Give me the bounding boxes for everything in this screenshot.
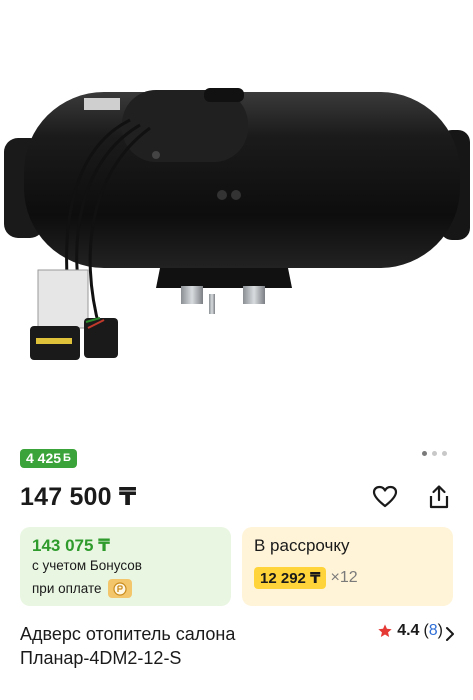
product-actions	[371, 483, 453, 511]
gallery-dot[interactable]	[422, 451, 427, 456]
rating-close-paren: )	[437, 622, 443, 639]
star-icon	[378, 624, 392, 637]
rating-value: 4.4	[397, 622, 420, 639]
pay-wallet-icon	[107, 579, 132, 598]
share-icon	[429, 485, 449, 509]
bonus-note: с учетом Бонусов	[32, 558, 142, 573]
installment-card[interactable]: В рассрочку 12 292 ₸ ×12	[242, 527, 453, 606]
heart-icon	[372, 485, 398, 508]
product-rating[interactable]: 4.4 (8)	[377, 622, 443, 640]
product-image-gallery[interactable]	[0, 0, 473, 440]
installment-title: В рассрочку	[254, 536, 350, 555]
installment-multiplier: ×12	[330, 569, 358, 586]
bonus-pay-label: при оплате	[32, 581, 102, 596]
bonus-price: 143 075 ₸	[32, 536, 111, 555]
bonus-pay-note: при оплате	[32, 579, 132, 598]
product-title: Адверс отопитель салона Планар-4DM2-12-S	[20, 624, 236, 668]
gallery-dot[interactable]	[432, 451, 437, 456]
gallery-pagination	[422, 451, 447, 456]
share-button[interactable]	[425, 483, 453, 511]
favorite-button[interactable]	[371, 483, 399, 511]
bonus-price-card[interactable]: 143 075 ₸ с учетом Бонусов при оплате	[20, 527, 231, 606]
bonus-amount: 4 425	[26, 450, 62, 466]
bonus-symbol: Б	[63, 452, 71, 464]
bonus-badge: 4 425 Б	[20, 449, 77, 468]
product-price: 147 500 ₸	[20, 483, 137, 511]
product-image	[4, 88, 470, 360]
chevron-right-icon[interactable]	[445, 626, 455, 642]
review-count: 8	[428, 622, 438, 639]
gallery-dot[interactable]	[442, 451, 447, 456]
installment-row: 12 292 ₸ ×12	[254, 567, 358, 589]
installment-amount: 12 292 ₸	[254, 567, 327, 589]
